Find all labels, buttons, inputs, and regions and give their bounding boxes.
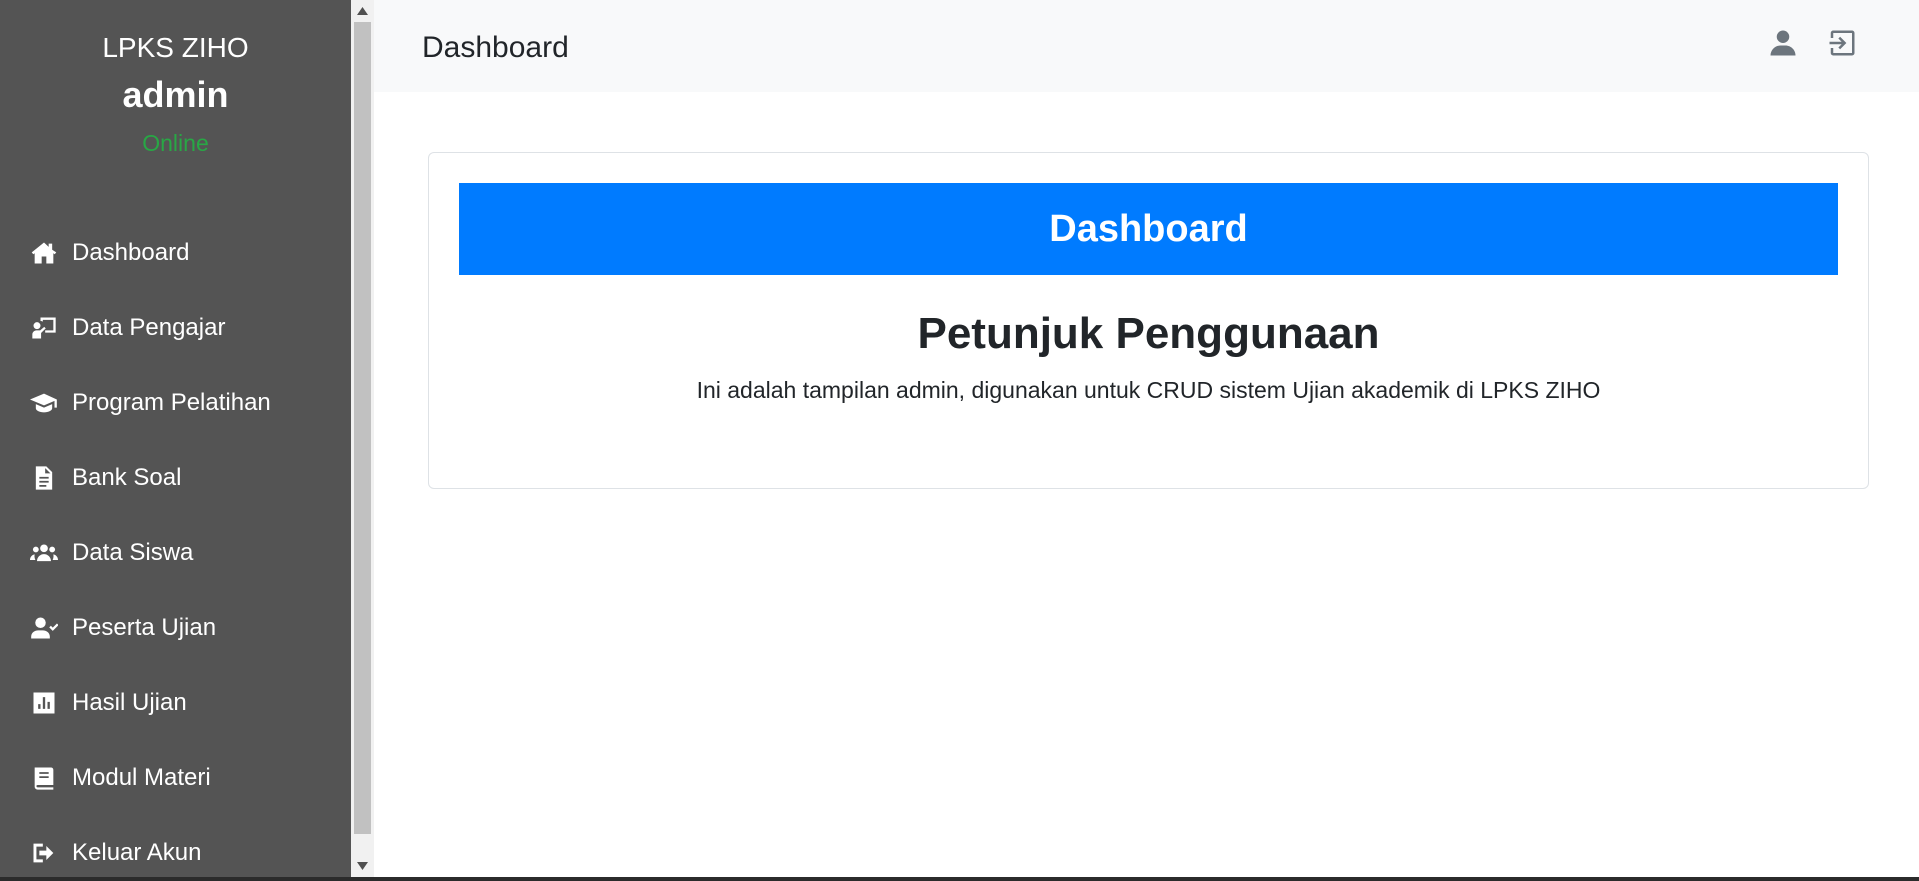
sidebar-item-label: Modul Materi xyxy=(72,763,211,791)
sidebar-item-program-pelatihan[interactable]: Program Pelatihan xyxy=(0,365,351,440)
user-icon[interactable] xyxy=(1765,25,1801,61)
sidebar-item-modul-materi[interactable]: Modul Materi xyxy=(0,740,351,815)
sidebar-menu: Dashboard Data Pengajar Program Pelatiha… xyxy=(0,215,351,881)
sidebar-item-dashboard[interactable]: Dashboard xyxy=(0,215,351,290)
graduation-cap-icon xyxy=(29,388,59,418)
sidebar-scrollbar[interactable] xyxy=(351,0,374,877)
sidebar-item-label: Data Siswa xyxy=(72,538,194,566)
usage-guide-heading: Petunjuk Penggunaan xyxy=(917,309,1380,358)
dashboard-card: Dashboard Petunjuk Penggunaan Ini adalah… xyxy=(428,152,1869,489)
sign-out-icon xyxy=(29,838,59,868)
chalkboard-teacher-icon xyxy=(29,313,59,343)
page-title: Dashboard xyxy=(422,31,569,64)
logout-icon[interactable] xyxy=(1824,25,1860,61)
sidebar-item-label: Dashboard xyxy=(72,238,190,266)
user-status: Online xyxy=(142,130,209,156)
sidebar-header: LPKS ZIHO admin Online xyxy=(0,0,351,158)
usage-guide-description: Ini adalah tampilan admin, digunakan unt… xyxy=(696,377,1601,403)
sidebar-item-label: Keluar Akun xyxy=(72,838,202,866)
scroll-up-arrow-icon[interactable] xyxy=(351,0,374,22)
sidebar-item-hasil-ujian[interactable]: Hasil Ujian xyxy=(0,665,351,740)
user-name: admin xyxy=(122,74,229,115)
sidebar-item-peserta-ujian[interactable]: Peserta Ujian xyxy=(0,590,351,665)
card-title: Dashboard xyxy=(1049,208,1248,250)
scrollbar-thumb[interactable] xyxy=(354,22,371,834)
sidebar-item-label: Peserta Ujian xyxy=(72,613,217,641)
sidebar-item-label: Data Pengajar xyxy=(72,313,226,341)
card-header: Dashboard xyxy=(459,183,1838,275)
book-icon xyxy=(29,763,59,793)
sidebar-item-bank-soal[interactable]: Bank Soal xyxy=(0,440,351,515)
sidebar: LPKS ZIHO admin Online Dashboard Data Pe… xyxy=(0,0,351,877)
app-window: LPKS ZIHO admin Online Dashboard Data Pe… xyxy=(0,0,1919,881)
home-icon xyxy=(29,238,59,268)
users-icon xyxy=(29,538,59,568)
sidebar-item-keluar-akun[interactable]: Keluar Akun xyxy=(0,815,351,881)
top-navbar: Dashboard xyxy=(374,0,1919,92)
file-icon xyxy=(29,463,59,493)
scroll-down-arrow-icon[interactable] xyxy=(351,855,374,877)
sidebar-item-label: Bank Soal xyxy=(72,463,182,491)
chart-icon xyxy=(29,688,59,718)
sidebar-item-data-siswa[interactable]: Data Siswa xyxy=(0,515,351,590)
sidebar-item-label: Hasil Ujian xyxy=(72,688,187,716)
sidebar-item-label: Program Pelatihan xyxy=(72,388,271,416)
sidebar-item-data-pengajar[interactable]: Data Pengajar xyxy=(0,290,351,365)
user-check-icon xyxy=(29,613,59,643)
window-bottom-edge xyxy=(0,877,1919,881)
org-name: LPKS ZIHO xyxy=(102,32,249,63)
